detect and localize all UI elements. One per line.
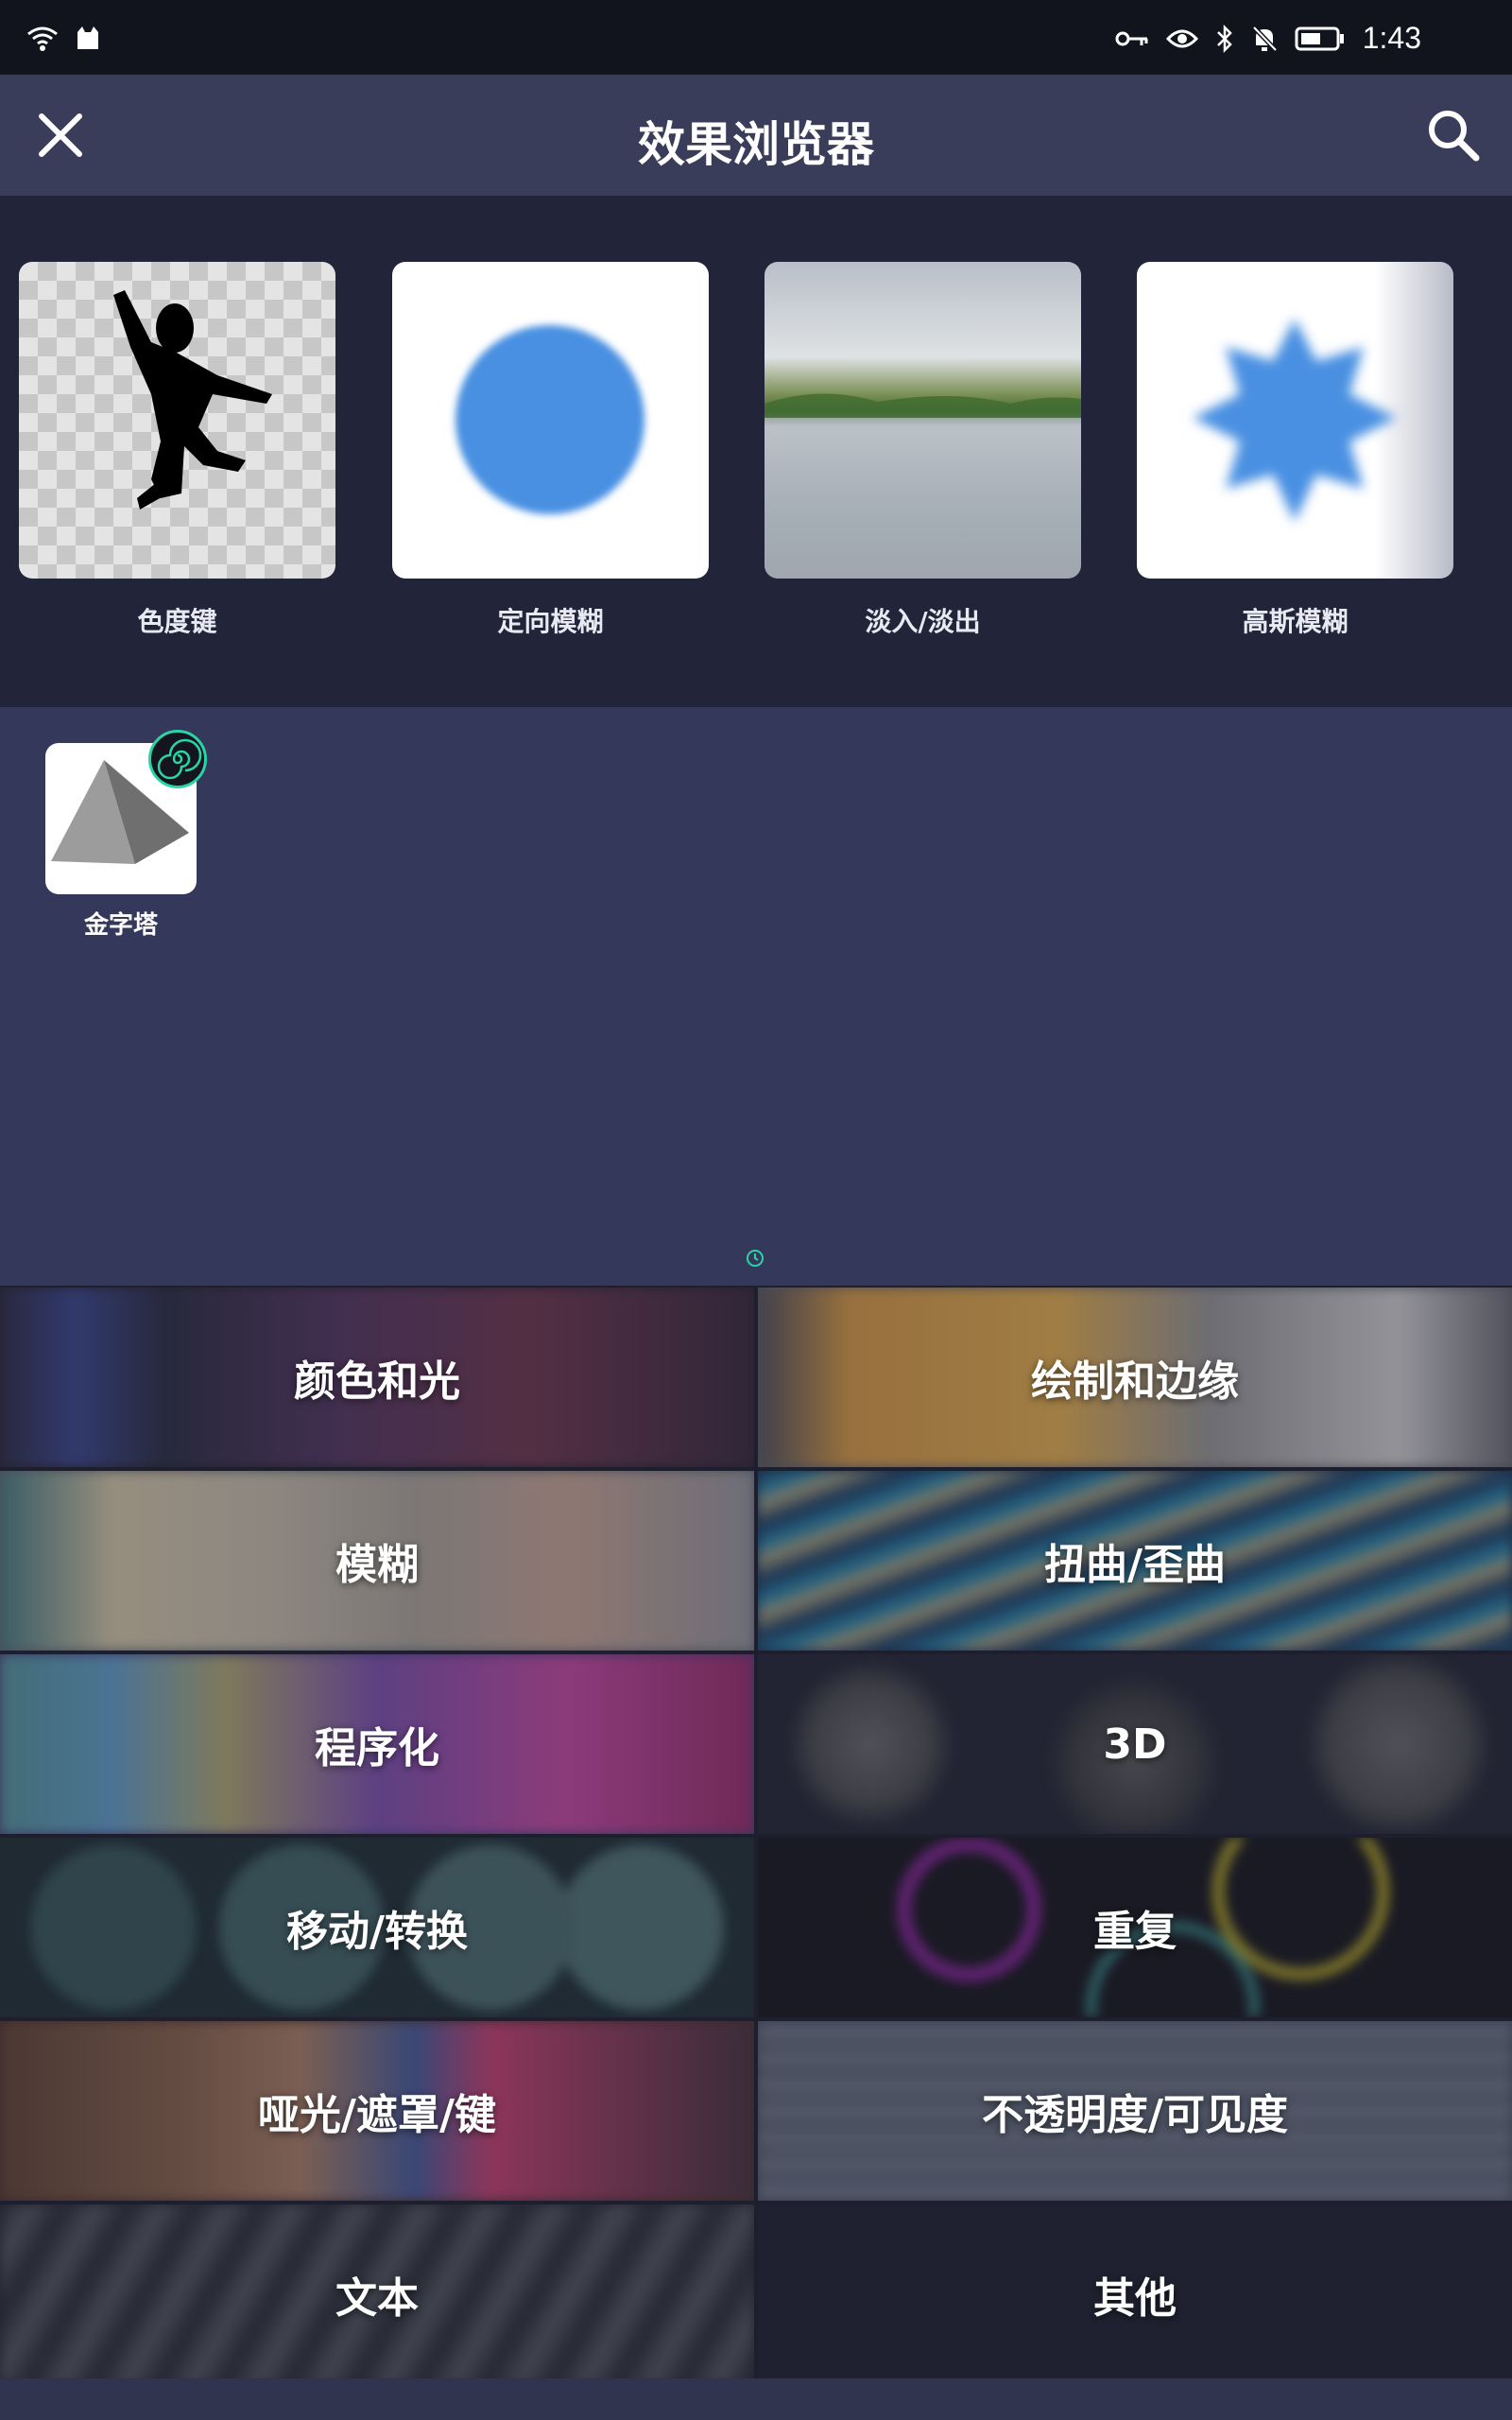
status-bar: 1:43 <box>0 0 1512 75</box>
chroma-key-thumbnail <box>19 262 335 579</box>
category-matte-mask-key[interactable]: 哑光/遮罩/键 <box>0 2021 754 2201</box>
blurred-circle-icon <box>455 325 644 514</box>
category-color-light[interactable]: 颜色和光 <box>0 1288 754 1467</box>
effect-card-fade[interactable]: 淡入/淡出 <box>765 262 1081 639</box>
category-repeat[interactable]: 重复 <box>758 1838 1512 2017</box>
history-icon <box>747 1250 764 1267</box>
category-grid: 颜色和光 绘制和边缘 模糊 扭曲/歪曲 程序化 3D 移动/转换 重复 哑光/遮… <box>0 1286 1512 2384</box>
category-label: 颜色和光 <box>294 1357 460 1406</box>
cat-icon <box>77 26 98 49</box>
category-label: 重复 <box>1093 1908 1177 1956</box>
battery-icon <box>1295 26 1344 50</box>
category-other[interactable]: 其他 <box>758 2204 1512 2384</box>
effect-label: 色度键 <box>137 606 217 637</box>
silhouette-icon <box>113 290 272 510</box>
premium-badge <box>148 730 207 788</box>
effect-card-gaussian-blur[interactable]: 高斯模糊 <box>1137 262 1453 639</box>
category-label: 程序化 <box>315 1724 439 1772</box>
effect-label: 高斯模糊 <box>1242 606 1349 637</box>
category-label: 哑光/遮罩/键 <box>257 2091 497 2139</box>
effect-label: 定向模糊 <box>497 606 604 637</box>
featured-effects: 色度键 定向模糊 淡入/淡出 高斯模糊 <box>0 196 1512 707</box>
category-label: 不透明度/可见度 <box>981 2091 1289 2139</box>
category-paint-edge[interactable]: 绘制和边缘 <box>758 1288 1512 1467</box>
category-text[interactable]: 文本 <box>0 2204 754 2384</box>
gaussian-blur-thumbnail <box>1137 262 1453 579</box>
spiral-icon <box>157 738 202 780</box>
search-icon[interactable] <box>1423 105 1484 165</box>
directional-blur-thumbnail <box>392 262 709 579</box>
eye-icon <box>1165 29 1198 47</box>
recent-effects: 金字塔 <box>0 707 1512 1286</box>
category-label: 模糊 <box>335 1541 419 1589</box>
category-procedural[interactable]: 程序化 <box>0 1654 754 1834</box>
category-opacity-visibility[interactable]: 不透明度/可见度 <box>758 2021 1512 2201</box>
top-app-bar: 效果浏览器 <box>0 75 1512 196</box>
category-blur[interactable]: 模糊 <box>0 1471 754 1651</box>
category-distort[interactable]: 扭曲/歪曲 <box>758 1471 1512 1651</box>
wifi-icon <box>27 26 58 51</box>
category-label: 移动/转换 <box>285 1908 469 1956</box>
effect-label: 淡入/淡出 <box>865 606 981 637</box>
category-3d[interactable]: 3D <box>758 1654 1512 1834</box>
pyramid-thumbnail <box>45 730 207 894</box>
recent-item-label: 金字塔 <box>83 911 158 940</box>
recent-item-pyramid[interactable]: 金字塔 <box>45 730 207 941</box>
category-label: 3D <box>1103 1720 1167 1769</box>
bell-off-icon <box>1251 25 1278 52</box>
effect-card-chroma-key[interactable]: 色度键 <box>19 262 335 639</box>
blurred-star-icon <box>1193 319 1397 522</box>
category-move-transform[interactable]: 移动/转换 <box>0 1838 754 2017</box>
key-icon <box>1115 31 1148 45</box>
page-title: 效果浏览器 <box>638 117 874 172</box>
bottom-strip <box>0 2378 1512 2420</box>
fade-thumbnail <box>765 262 1081 579</box>
landscape-icon <box>765 393 1081 579</box>
category-label: 绘制和边缘 <box>1031 1357 1239 1406</box>
effect-card-directional-blur[interactable]: 定向模糊 <box>392 262 709 639</box>
category-label: 扭曲/歪曲 <box>1043 1541 1227 1589</box>
status-time: 1:43 <box>1362 21 1421 55</box>
category-label: 文本 <box>335 2274 419 2323</box>
category-label: 其他 <box>1093 2274 1177 2323</box>
bluetooth-icon <box>1216 24 1232 53</box>
